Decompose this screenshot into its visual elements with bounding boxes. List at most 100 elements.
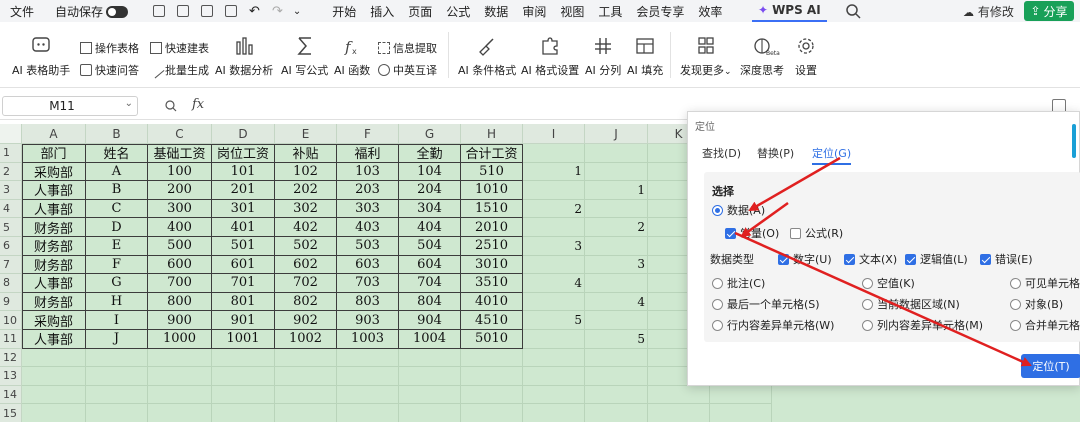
column-header[interactable]: E [275,124,337,144]
column-header[interactable]: D [212,124,275,144]
empty-cell[interactable] [523,385,585,405]
table-cell[interactable]: 702 [275,274,337,293]
table-cell[interactable]: D [86,218,148,237]
empty-cell[interactable] [585,385,648,405]
tab-wps-ai[interactable]: ✦ WPS AI [752,0,827,22]
table-header-cell[interactable]: 合计工资 [461,144,523,163]
table-cell[interactable]: 104 [399,162,461,182]
table-cell[interactable]: 401 [212,218,275,237]
column-header[interactable]: B [86,124,148,144]
table-cell[interactable]: 303 [337,199,399,219]
table-cell[interactable]: 5 [523,311,585,330]
autosave-toggle[interactable]: 自动保存 [55,3,129,20]
empty-cell[interactable] [461,367,523,386]
row-header[interactable]: 5 [0,218,22,237]
row-header[interactable]: 3 [0,181,22,200]
table-header-cell[interactable]: 全勤 [399,144,461,163]
row-header[interactable]: 15 [0,404,22,422]
menu-item-2[interactable]: 页面 [408,3,432,20]
column-header[interactable]: C [148,124,212,144]
operate-table-button[interactable]: 操作表格 [80,40,139,56]
empty-cell[interactable] [275,404,337,422]
row-header[interactable]: 2 [0,162,22,182]
empty-cell[interactable] [337,385,399,405]
cn-en-translate-button[interactable]: 中英互译 [378,62,437,78]
table-cell[interactable]: 采购部 [22,162,86,182]
table-cell[interactable]: 503 [337,237,399,256]
menu-item-9[interactable]: 效率 [698,3,722,20]
table-cell[interactable]: 603 [337,255,399,275]
table-cell[interactable]: 财务部 [22,292,86,312]
empty-cell[interactable] [399,348,461,368]
table-cell[interactable]: 404 [399,218,461,237]
table-cell[interactable]: 102 [275,162,337,182]
text-checkbox[interactable] [844,253,855,265]
row-header[interactable]: 12 [0,348,22,368]
merged-cells-radio[interactable] [1010,319,1021,331]
table-cell[interactable]: 3 [585,255,648,275]
ai-fill-button[interactable]: AI 填充 [627,36,663,78]
empty-cell[interactable] [710,404,772,422]
empty-cell[interactable] [461,404,523,422]
table-cell[interactable]: F [86,255,148,275]
number-checkbox[interactable] [778,253,789,265]
table-cell[interactable]: 301 [212,199,275,219]
ai-table-assistant-button[interactable]: AI 表格助手 [12,36,70,78]
row-header[interactable]: 7 [0,255,22,275]
ai-split-column-button[interactable]: AI 分列 [585,36,621,78]
empty-cell[interactable] [275,348,337,368]
visible-cells-radio[interactable] [1010,277,1021,289]
row-diff-radio[interactable] [712,319,723,331]
empty-cell[interactable] [337,348,399,368]
visible-cells-option[interactable]: 可见单元格 [1010,275,1080,291]
current-region-radio[interactable] [862,298,873,310]
table-cell[interactable]: 901 [212,311,275,330]
table-cell[interactable]: 801 [212,292,275,312]
table-cell[interactable] [585,274,648,293]
table-cell[interactable]: 2 [585,218,648,237]
empty-cell[interactable] [212,348,275,368]
table-cell[interactable]: 1 [585,181,648,200]
table-cell[interactable]: A [86,162,148,182]
share-link-icon[interactable] [177,5,190,17]
table-cell[interactable]: 304 [399,199,461,219]
ai-format-settings-button[interactable]: AI 格式设置 [521,36,579,78]
logical-option[interactable]: 逻辑值(L) [905,251,968,267]
constant-checkbox[interactable] [725,227,736,239]
empty-cell[interactable] [22,404,86,422]
data-radio[interactable] [712,204,723,216]
error-checkbox[interactable] [980,253,991,265]
table-cell[interactable]: 人事部 [22,274,86,293]
search-icon[interactable] [845,3,861,19]
formula-option[interactable]: 公式(R) [790,225,843,241]
table-cell[interactable]: 802 [275,292,337,312]
table-cell[interactable]: 财务部 [22,255,86,275]
menu-item-8[interactable]: 会员专享 [636,3,684,20]
zoom-icon[interactable] [165,100,177,112]
comments-option[interactable]: 批注(C) [712,275,765,291]
last-cell-option[interactable]: 最后一个单元格(S) [712,296,820,312]
menu-file[interactable]: 文件 [10,3,34,20]
menu-item-1[interactable]: 插入 [370,3,394,20]
table-header-cell[interactable]: 福利 [337,144,399,163]
empty-cell[interactable] [523,348,585,368]
select-all-corner[interactable] [0,124,22,144]
table-cell[interactable] [585,144,648,163]
table-cell[interactable]: 602 [275,255,337,275]
table-cell[interactable]: 4 [523,274,585,293]
table-cell[interactable]: J [86,330,148,349]
table-cell[interactable]: 1004 [399,330,461,349]
ai-write-formula-button[interactable]: AI 写公式 [281,36,328,78]
table-cell[interactable]: 402 [275,218,337,237]
empty-cell[interactable] [585,367,648,386]
table-cell[interactable] [585,311,648,330]
table-cell[interactable]: 4 [585,292,648,312]
empty-cell[interactable] [399,367,461,386]
table-cell[interactable] [523,255,585,275]
empty-cell[interactable] [648,385,710,405]
table-cell[interactable]: 903 [337,311,399,330]
table-cell[interactable]: 人事部 [22,199,86,219]
table-cell[interactable]: 703 [337,274,399,293]
table-cell[interactable]: 1001 [212,330,275,349]
empty-cell[interactable] [523,367,585,386]
